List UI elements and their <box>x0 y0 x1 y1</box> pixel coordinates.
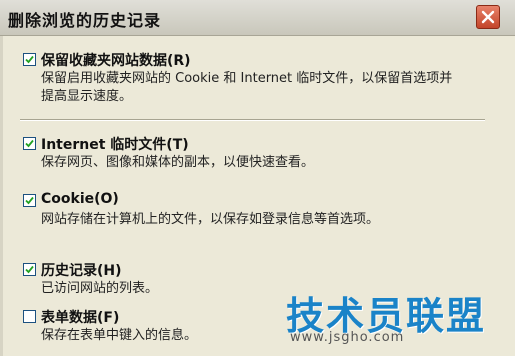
window-left-edge <box>0 36 3 356</box>
window-title: 删除浏览的历史记录 <box>8 11 162 30</box>
checkmark-icon <box>25 55 34 64</box>
cookie-label: Cookie(O) <box>41 191 119 207</box>
temp-files-checkbox[interactable] <box>23 137 36 150</box>
divider <box>20 119 485 121</box>
temp-files-description: 保存网页、图像和媒体的副本，以便快速查看。 <box>41 155 315 170</box>
title-bar: 删除浏览的历史记录 <box>0 0 515 36</box>
checkmark-icon <box>25 139 34 148</box>
cookie-checkbox[interactable] <box>23 194 36 207</box>
checkmark-icon <box>25 265 34 274</box>
preserve-favorites-checkbox[interactable] <box>23 53 36 66</box>
preserve-favorites-description: 保留启用收藏夹网站的 Cookie 和 Internet 临时文件，以保留首选项… <box>41 71 453 104</box>
close-icon <box>481 10 495 24</box>
form-data-description: 保存在表单中键入的信息。 <box>41 328 198 343</box>
history-label: 历史记录(H) <box>41 263 122 279</box>
close-button[interactable] <box>476 5 500 29</box>
preserve-favorites-label: 保留收藏夹网站数据(R) <box>41 53 191 69</box>
history-checkbox[interactable] <box>23 263 36 276</box>
history-description: 已访问网站的列表。 <box>41 281 159 296</box>
checkmark-icon <box>25 196 34 205</box>
form-data-checkbox[interactable] <box>23 310 36 323</box>
watermark-url: www.jsgho.com <box>290 330 405 345</box>
temp-files-label: Internet 临时文件(T) <box>41 137 189 153</box>
form-data-label: 表单数据(F) <box>41 310 120 326</box>
cookie-description: 网站存储在计算机上的文件，以保存如登录信息等首选项。 <box>41 212 380 227</box>
